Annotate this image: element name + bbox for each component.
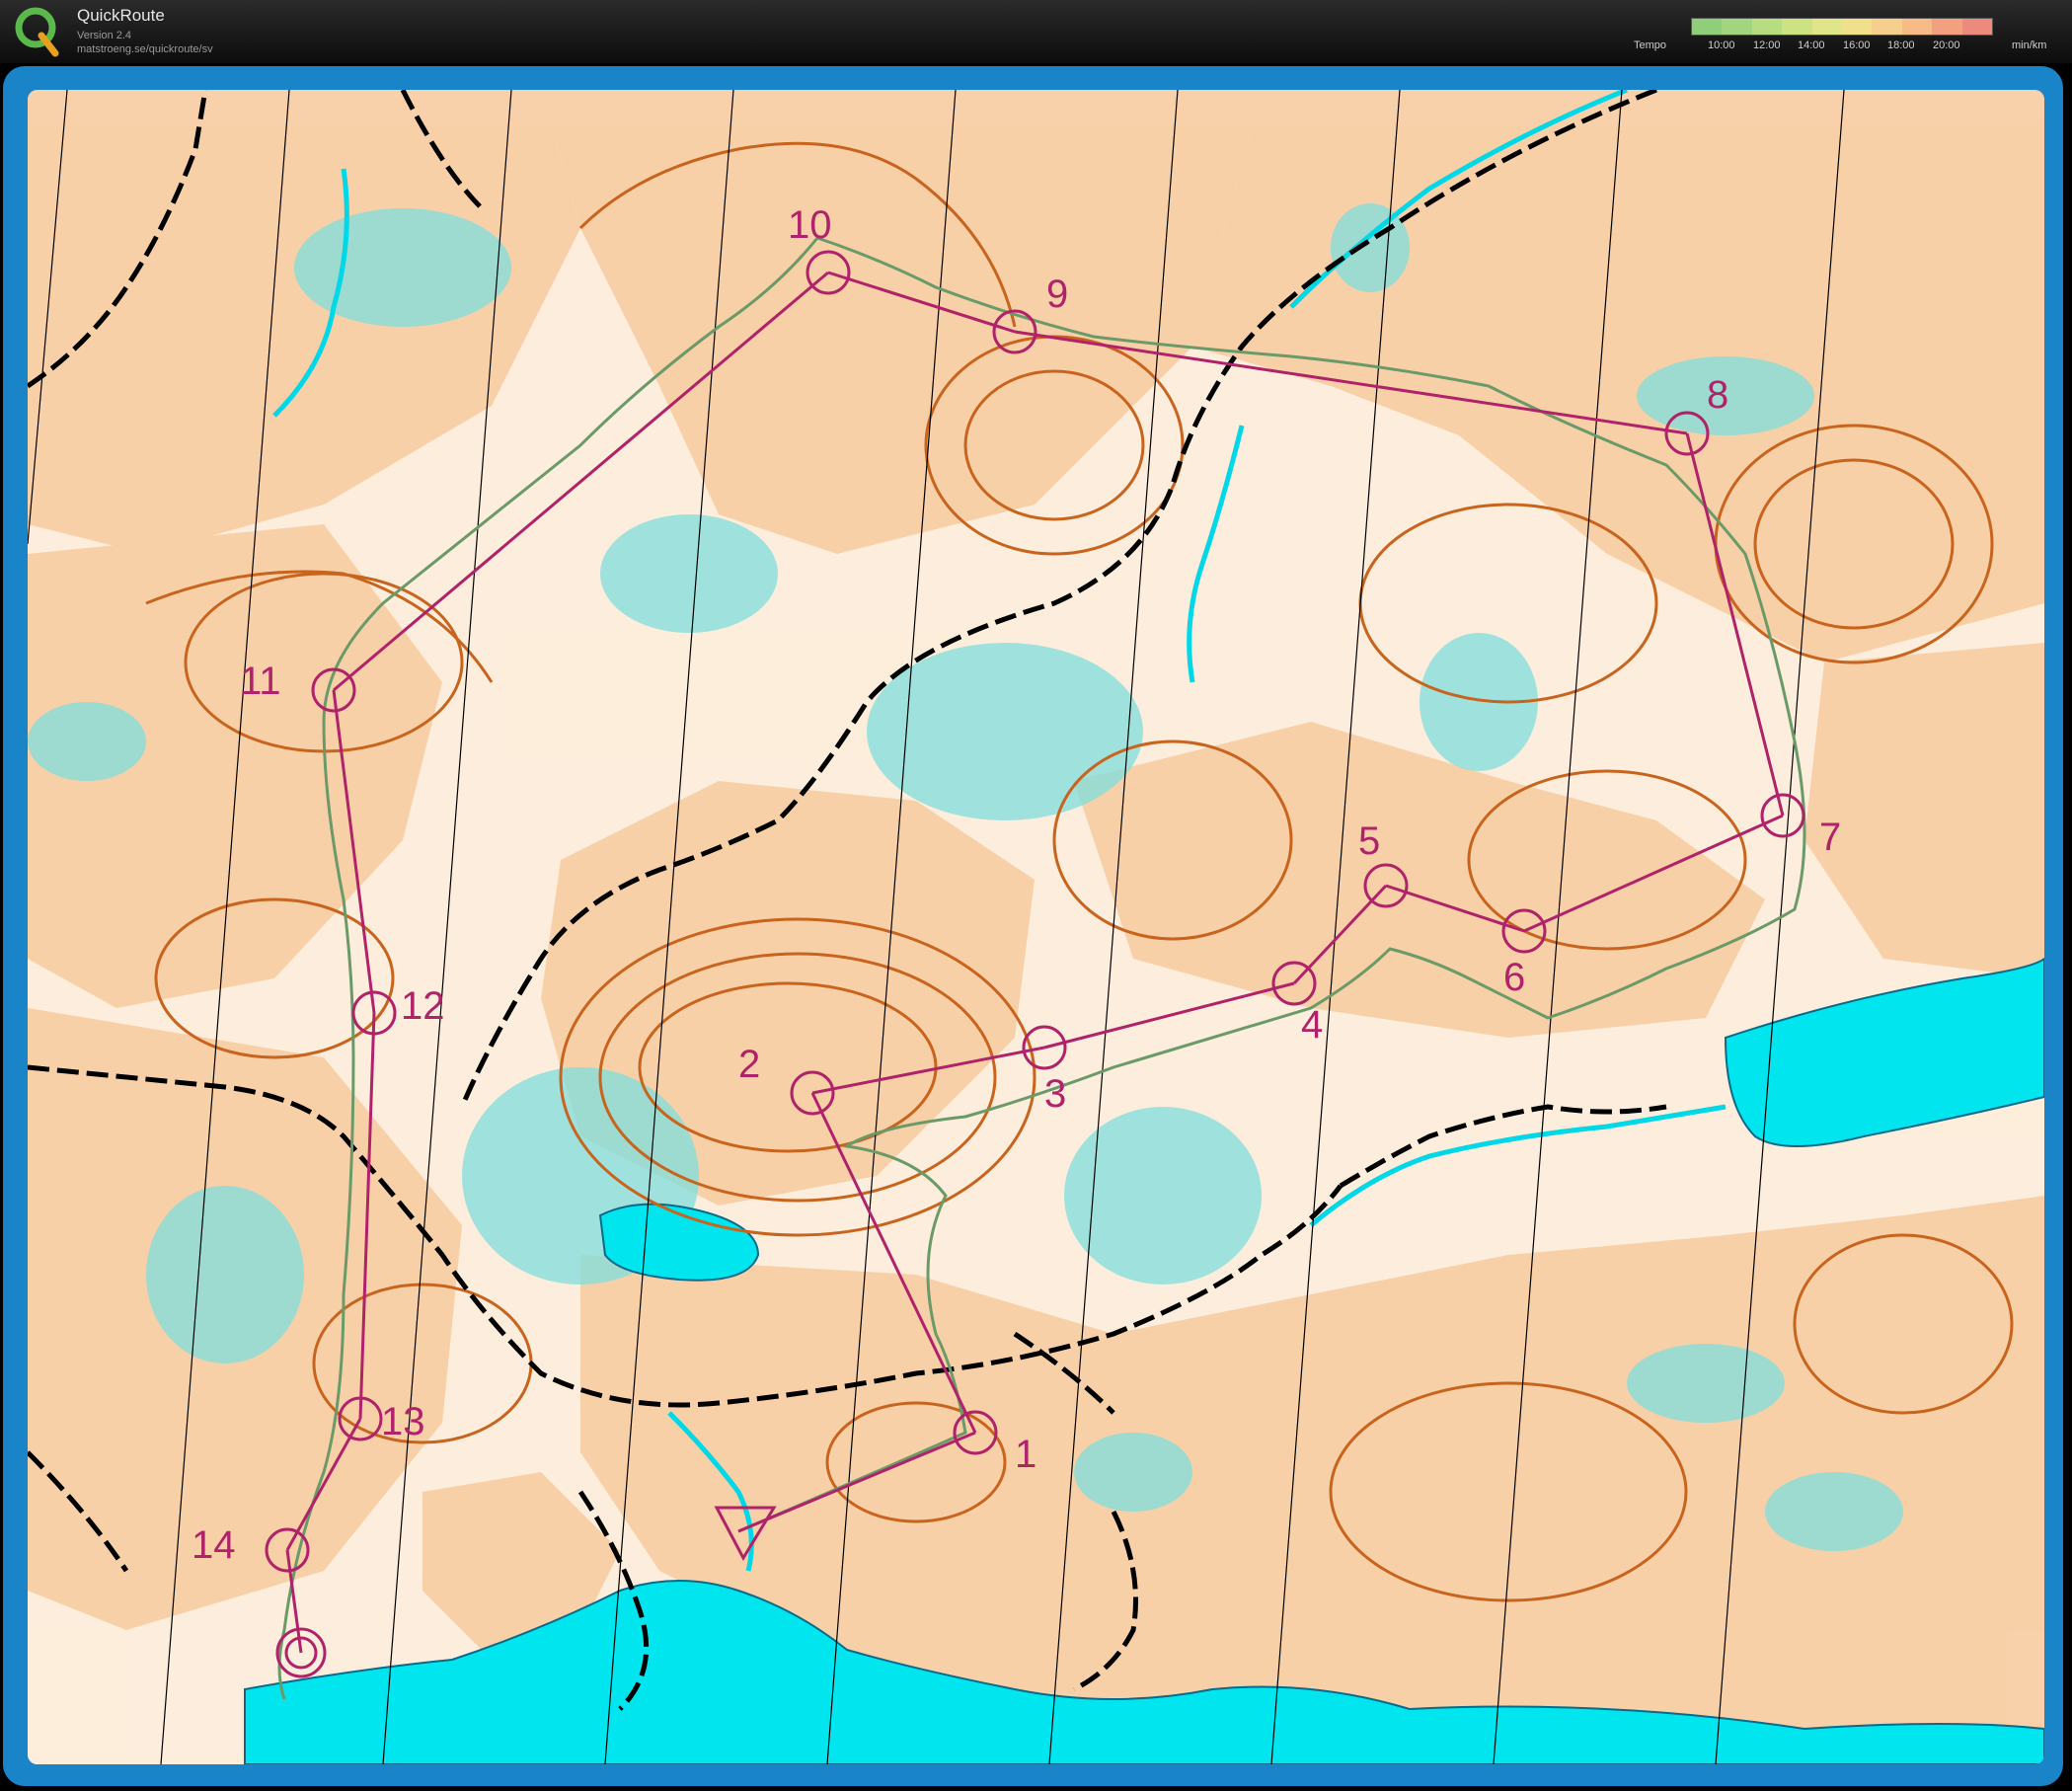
control-number-7: 7 bbox=[1819, 816, 1841, 859]
control-number-12: 12 bbox=[401, 984, 445, 1028]
control-number-10: 10 bbox=[788, 203, 832, 247]
control-number-5: 5 bbox=[1358, 819, 1380, 863]
control-number-1: 1 bbox=[1015, 1433, 1036, 1476]
control-number-11: 11 bbox=[240, 660, 281, 703]
control-number-14: 14 bbox=[192, 1523, 236, 1567]
control-number-6: 6 bbox=[1503, 956, 1525, 999]
tempo-color-scale bbox=[1691, 18, 1993, 36]
app-name: QuickRoute bbox=[77, 6, 165, 25]
tempo-label: Tempo bbox=[1634, 39, 1667, 51]
control-number-3: 3 bbox=[1044, 1072, 1066, 1116]
control-number-4: 4 bbox=[1301, 1003, 1323, 1047]
tempo-unit: min/km bbox=[2012, 39, 2047, 51]
tempo-tick: 14:00 bbox=[1798, 39, 1825, 51]
control-number-2: 2 bbox=[738, 1043, 760, 1086]
tempo-tick: 20:00 bbox=[1933, 39, 1960, 51]
tempo-tick: 12:00 bbox=[1753, 39, 1781, 51]
quickroute-logo-icon bbox=[15, 7, 59, 57]
tempo-color-segment bbox=[1961, 19, 1993, 35]
open-land-layer bbox=[28, 90, 2044, 1764]
tempo-color-segment bbox=[1751, 19, 1783, 35]
tempo-color-segment bbox=[1872, 19, 1902, 35]
tempo-color-segment bbox=[1932, 19, 1962, 35]
tempo-color-segment bbox=[1811, 19, 1843, 35]
control-number-13: 13 bbox=[381, 1400, 425, 1443]
app-url[interactable]: matstroeng.se/quickroute/sv bbox=[77, 43, 213, 55]
control-number-9: 9 bbox=[1046, 273, 1068, 316]
tempo-color-segment bbox=[1901, 19, 1933, 35]
tempo-tick: 18:00 bbox=[1887, 39, 1915, 51]
tempo-tick: 16:00 bbox=[1843, 39, 1871, 51]
tempo-color-segment bbox=[1692, 19, 1723, 35]
app-version: Version 2.4 bbox=[77, 30, 132, 41]
orienteering-map[interactable]: 1 2 3 4 5 6 7 8 9 10 11 12 13 14 bbox=[28, 90, 2044, 1764]
tempo-color-segment bbox=[1842, 19, 1873, 35]
tempo-color-segment bbox=[1782, 19, 1812, 35]
control-number-8: 8 bbox=[1707, 373, 1728, 417]
tempo-tick: 10:00 bbox=[1708, 39, 1735, 51]
title-bar: QuickRoute Version 2.4 matstroeng.se/qui… bbox=[0, 0, 2072, 63]
tempo-color-segment bbox=[1722, 19, 1752, 35]
